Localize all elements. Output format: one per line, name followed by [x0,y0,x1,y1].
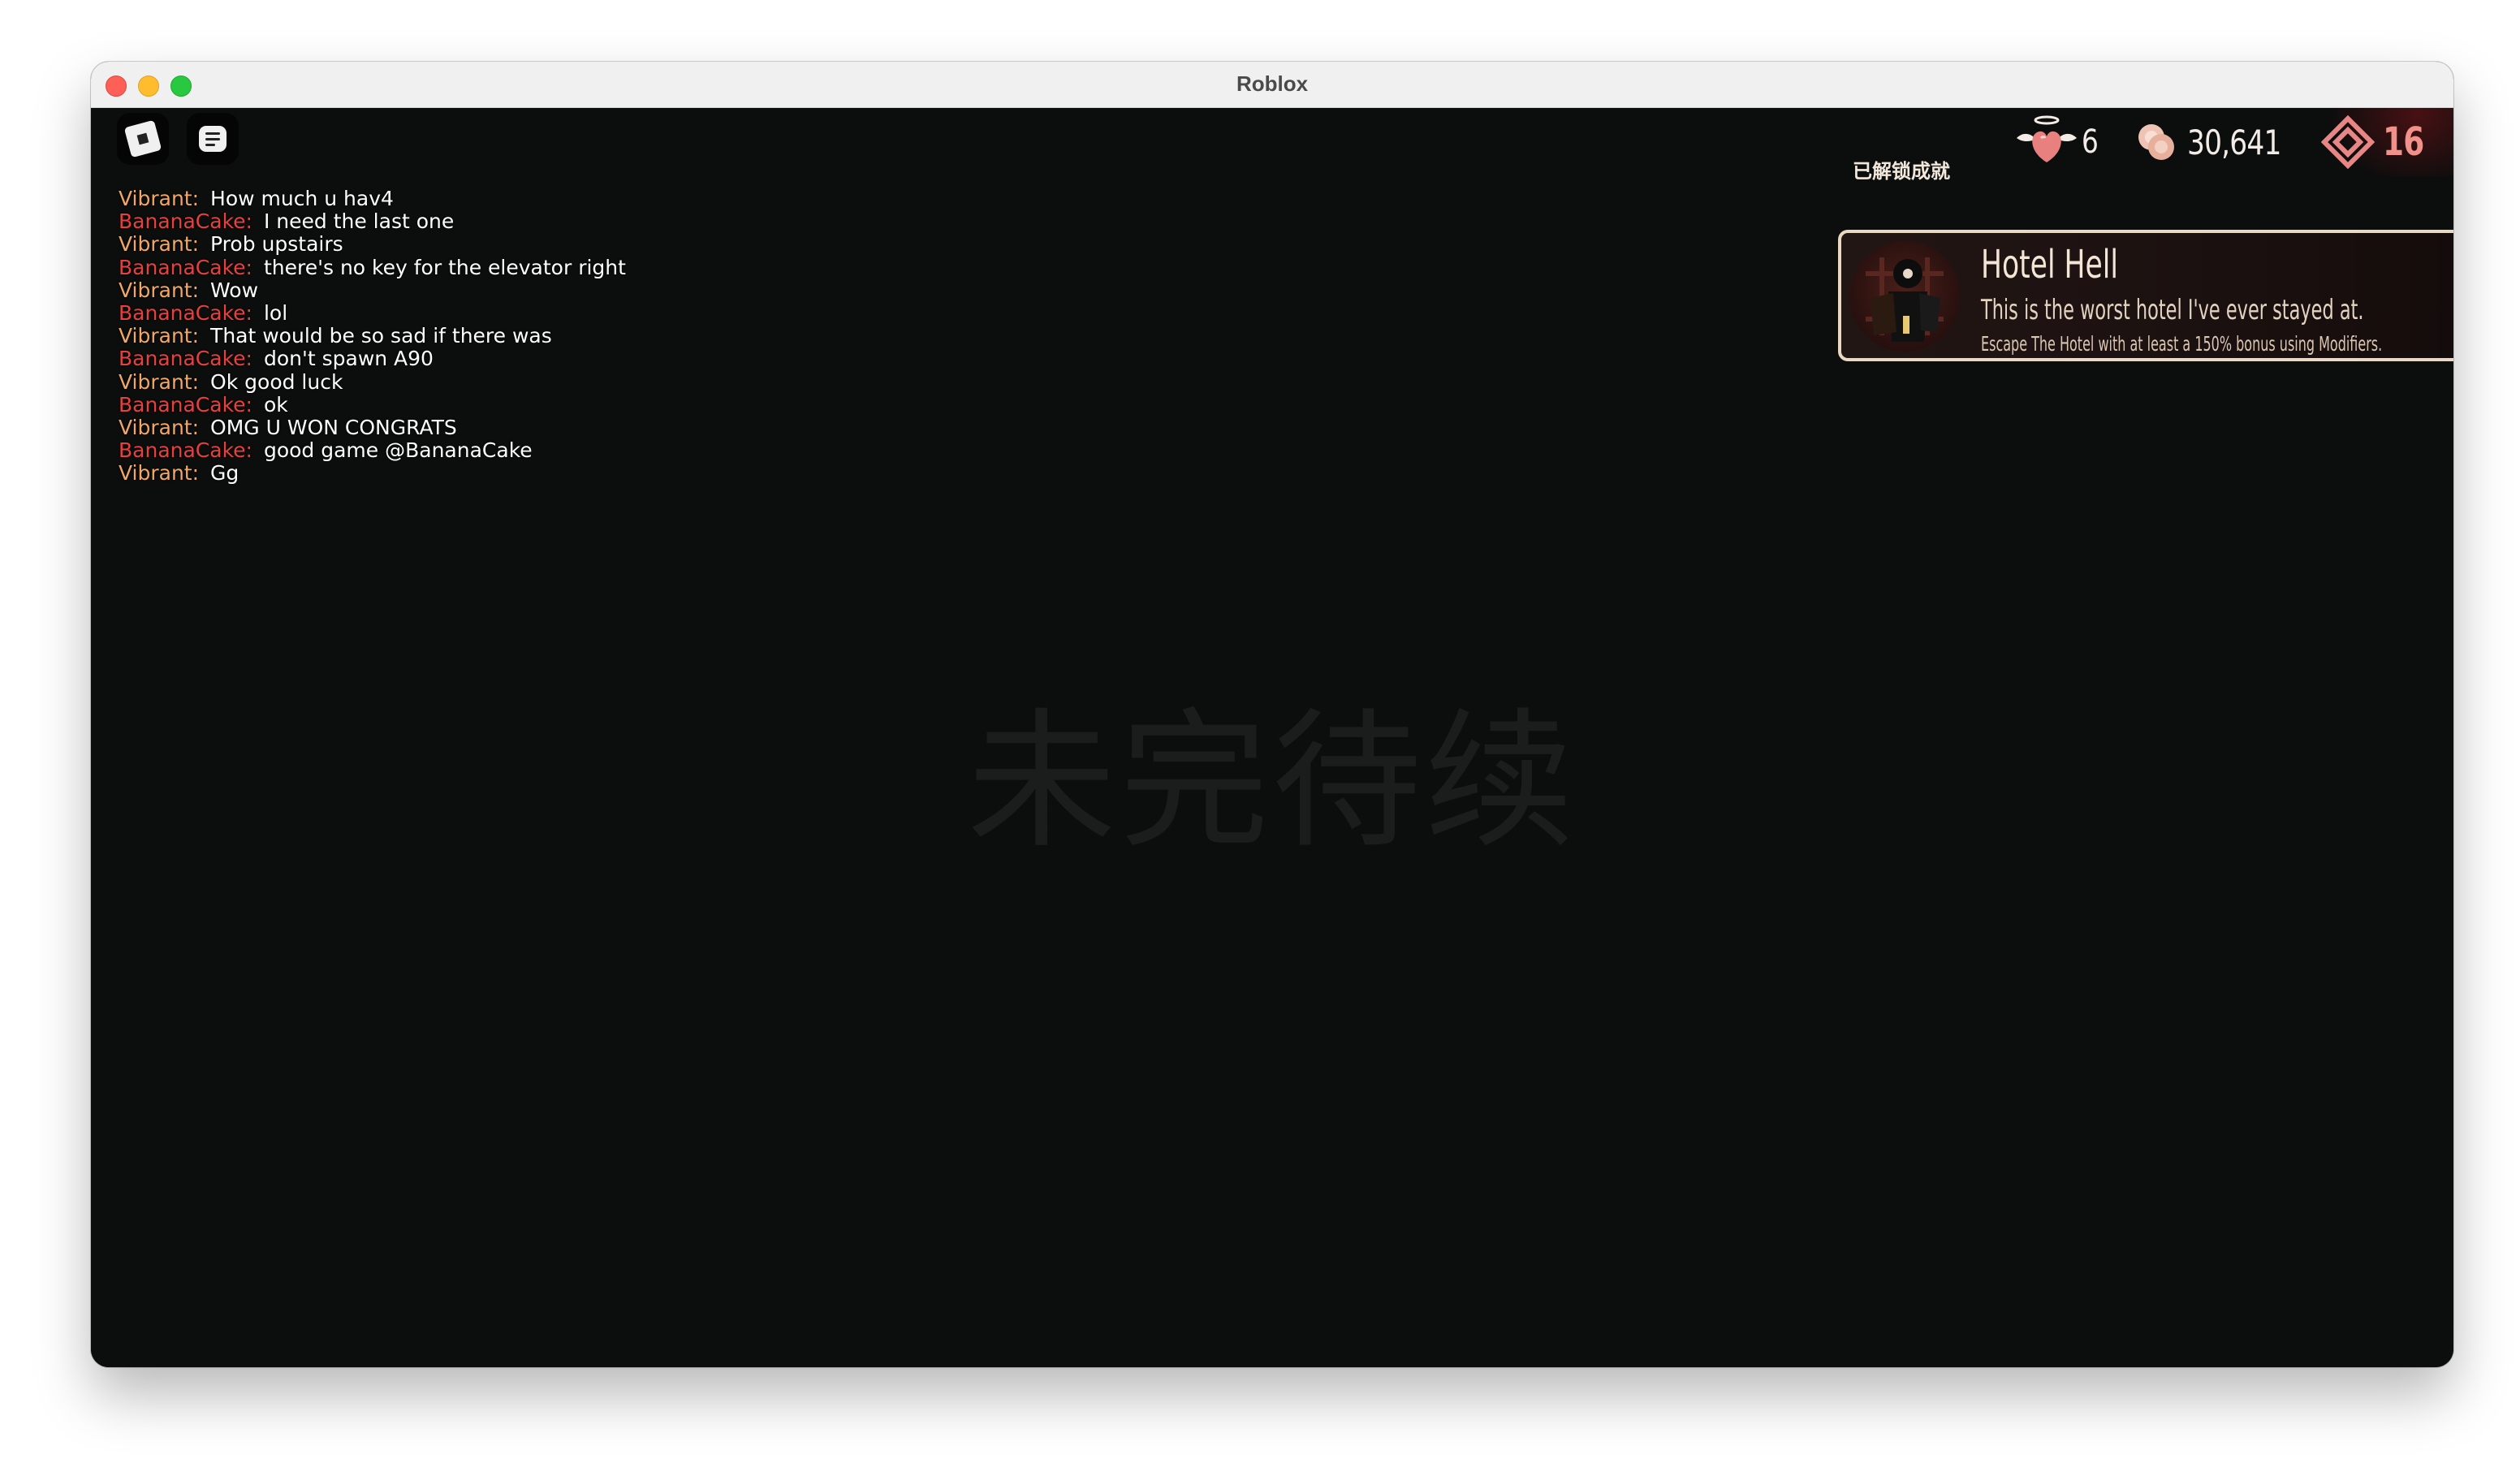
chat-sender-name[interactable]: BananaCake: [119,438,252,462]
title-bar: Roblox [91,62,2453,108]
chat-sender-name[interactable]: Vibrant: [119,187,199,210]
lives-counter: 6 [2012,114,2106,170]
achievement-header: 已解锁成就 [1853,160,1950,183]
achievement-figure-icon [1849,241,1960,352]
chat-sender-name[interactable]: Vibrant: [119,324,199,347]
achievement-card: Hotel Hell This is the worst hotel I've … [1838,230,2453,361]
chat-message: BananaCake: lol [119,301,626,326]
chat-sender-name[interactable]: BananaCake: [119,347,252,370]
chat-message-text: I need the last one [263,209,455,234]
achievement-requirement: Escape The Hotel with at least a 150% bo… [1981,332,2383,356]
chat-sender-name[interactable]: BananaCake: [119,209,252,233]
knobs-counter: 30,641 [2134,119,2302,165]
chat-message: BananaCake: don't spawn A90 [119,347,626,370]
chat-message: Vibrant: Wow [119,278,626,302]
knobs-value: 30,641 [2187,122,2281,162]
revive-diamond-icon [2321,115,2375,169]
revives-value: 16 [2383,119,2424,165]
chat-message-text: don't spawn A90 [263,347,434,371]
chat-message: Vibrant: That would be so sad if there wa… [119,325,626,347]
chat-message: Vibrant: OMG U WON CONGRATS [119,416,626,439]
chat-sender-name[interactable]: Vibrant: [119,461,199,485]
achievement-description: This is the worst hotel I've ever stayed… [1981,294,2364,326]
revives-counter: 16 [2321,115,2436,169]
roblox-menu-button[interactable] [117,113,169,165]
chat-sender-name[interactable]: BananaCake: [119,256,252,279]
winged-heart-icon [2016,115,2077,162]
chat-message-text: Prob upstairs [210,232,343,257]
chat-sender-name[interactable]: BananaCake: [119,393,252,416]
currency-bar: 6 30,641 16 [1999,108,2453,176]
watermark-text: 未完待续 [966,695,1577,869]
chat-message: BananaCake: I need the last one [119,210,626,233]
chat-message-text: good game @BananaCake [263,438,533,463]
chat-message-text: lol [263,301,288,326]
chat-message-text: Wow [210,278,259,302]
lives-value: 6 [2081,123,2099,161]
chat-message-text: That would be so sad if there was [210,324,552,348]
roblox-logo-icon [123,119,162,158]
chat-sender-name[interactable]: BananaCake: [119,301,252,325]
chat-message-text: Ok good luck [210,369,343,394]
window-title: Roblox [1236,71,1309,96]
chat-sender-name[interactable]: Vibrant: [119,278,199,302]
roblox-window: Roblox Vibrant: How much u hav4 BananaCake… [91,62,2453,1367]
chat-toggle-button[interactable] [187,113,239,165]
chat-message: BananaCake: ok [119,392,626,416]
chat-message-text: OMG U WON CONGRATS [210,416,457,440]
chat-message: Vibrant: How much u hav4 [119,187,626,210]
chat-sender-name[interactable]: Vibrant: [119,232,199,256]
achievement-texts: Hotel Hell This is the worst hotel I've … [1981,238,2453,358]
chat-message-text: How much u hav4 [210,187,394,210]
chat-message-text: Gg [210,461,239,486]
chat-message: Vibrant: Prob upstairs [119,233,626,256]
chat-message-text: ok [263,392,288,416]
chat-message-text: there's no key for the elevator right [263,255,626,279]
chat-message: Vibrant: Ok good luck [119,369,626,394]
chat-sender-name[interactable]: Vibrant: [119,416,199,439]
chat-log: Vibrant: How much u hav4 BananaCake: I need… [119,187,626,486]
achievement-name: Hotel Hell [1981,242,2118,287]
chat-message: Vibrant: Gg [119,462,626,485]
knobs-icon [2138,124,2175,160]
chat-message: BananaCake: good game @BananaCake [119,439,626,462]
game-viewport[interactable]: Vibrant: How much u hav4 BananaCake: I need… [91,108,2453,1367]
chat-message: BananaCake: there's no key for the elevat… [119,255,626,279]
chat-icon [199,126,227,152]
chat-sender-name[interactable]: Vibrant: [119,370,199,394]
